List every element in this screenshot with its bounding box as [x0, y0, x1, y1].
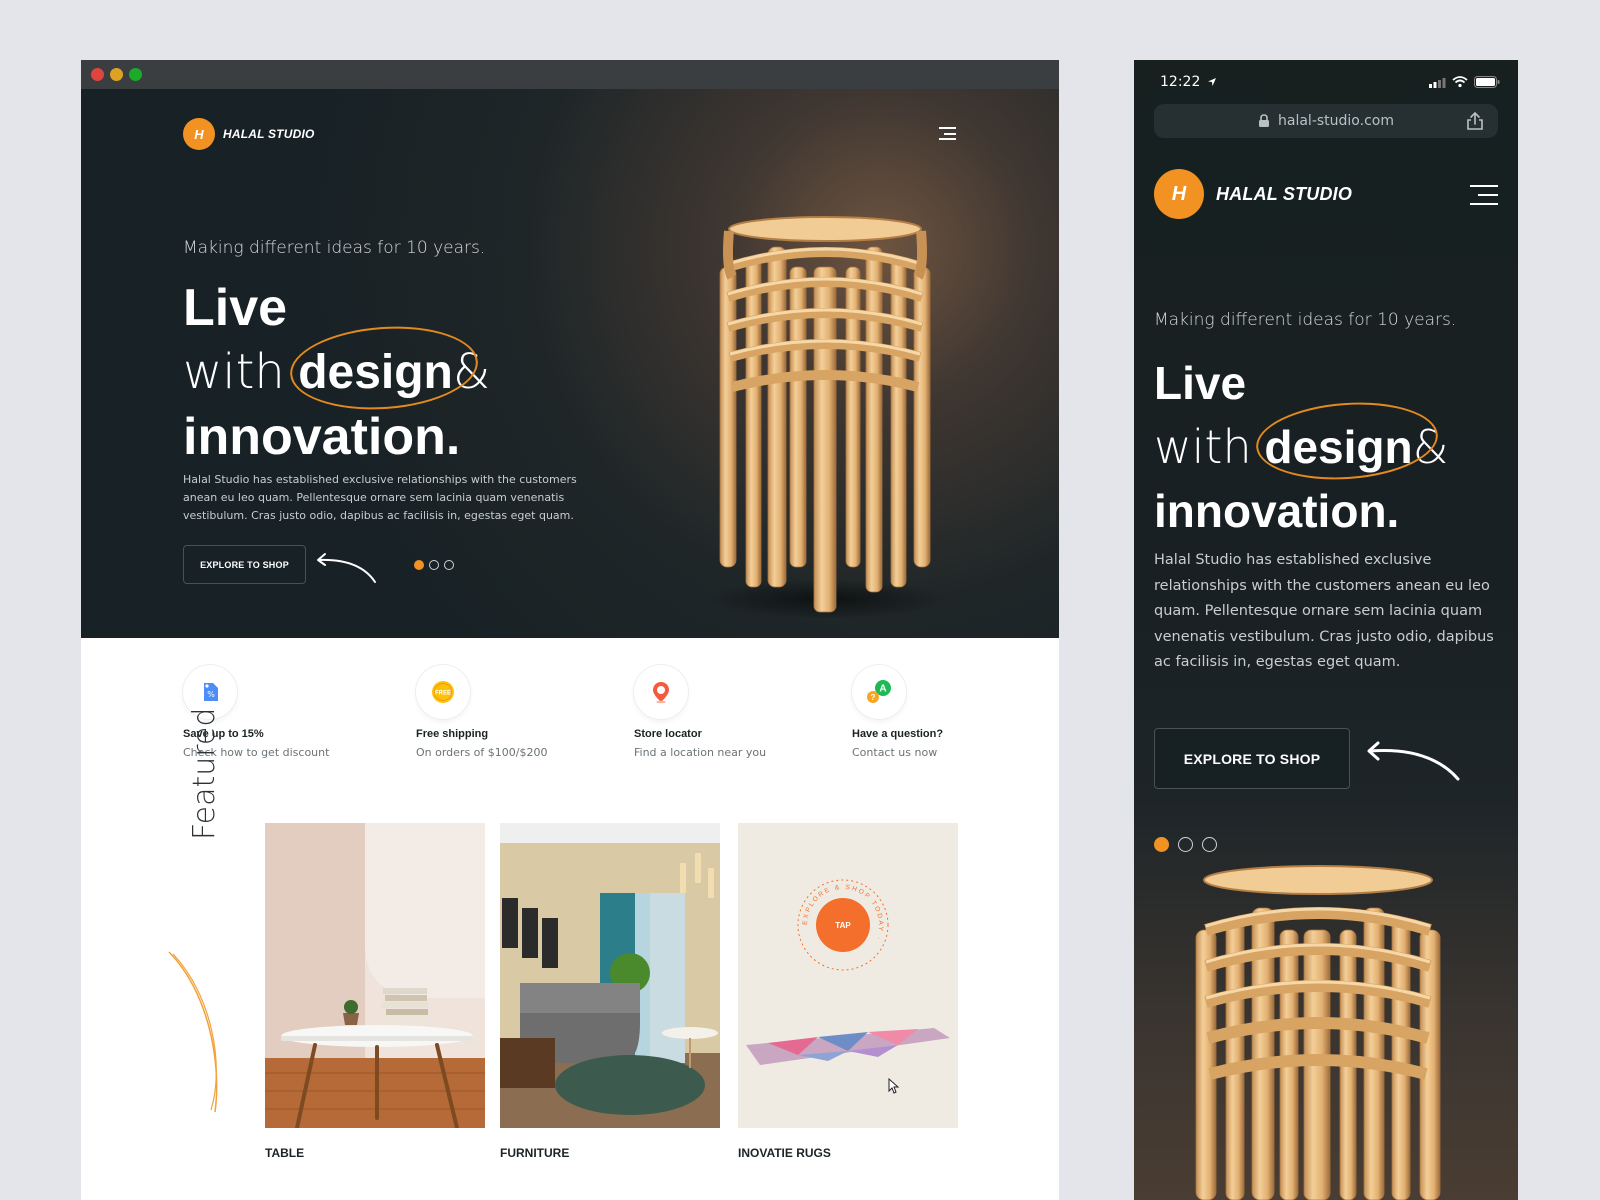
slider-pagination: [414, 560, 454, 570]
explore-shop-button[interactable]: EXPLORE TO SHOP: [183, 545, 306, 584]
card-label: TABLE: [265, 1146, 305, 1160]
headline-line-2: with design&: [183, 320, 490, 416]
free-badge-icon: FREE: [416, 665, 470, 719]
headline-with: with: [183, 344, 285, 400]
brand-logo[interactable]: H HALAL STUDIO: [183, 118, 315, 150]
headline-design: design: [287, 320, 481, 416]
svg-text:A: A: [879, 684, 886, 695]
browser-titlebar: [81, 60, 1059, 89]
headline-line-1: Live: [1154, 357, 1247, 409]
explore-shop-button[interactable]: EXPLORE TO SHOP: [1154, 728, 1350, 789]
close-window-button[interactable]: [91, 68, 104, 81]
card-label: INOVATIE RUGS: [738, 1146, 831, 1160]
headline-line-1: Live: [183, 279, 288, 337]
headline-line-3: innovation.: [183, 408, 461, 466]
decorative-curve: [168, 951, 218, 1113]
status-bar: 12:22: [1134, 60, 1518, 104]
signal-icon: [1429, 77, 1446, 88]
address-bar[interactable]: halal-studio.com: [1154, 104, 1498, 138]
feature-subtitle: Find a location near you: [634, 746, 767, 759]
slide-dot-1[interactable]: [1154, 837, 1169, 852]
feature-subtitle: On orders of $100/$200: [416, 746, 548, 759]
feature-subtitle: Contact us now: [852, 746, 938, 759]
logo-badge-icon: H: [1154, 169, 1204, 219]
mobile-device: 12:22 halal-studio.com H HALAL STUDIO Ma…: [1134, 60, 1518, 1200]
minimize-window-button[interactable]: [110, 68, 123, 81]
svg-text:?: ?: [871, 693, 876, 702]
featured-card-rugs[interactable]: EXPLORE & SHOP TODAY · TAP INOVATIE RUGS: [738, 823, 958, 1160]
slide-dot-2[interactable]: [429, 560, 439, 570]
svg-text:FREE: FREE: [435, 691, 451, 697]
mouse-cursor-icon: [888, 1078, 900, 1094]
curved-arrow-icon: [1367, 741, 1460, 781]
menu-hamburger-icon[interactable]: [939, 127, 956, 140]
status-time: 12:22: [1160, 74, 1201, 90]
chat-question-icon: A?: [852, 665, 906, 719]
feature-question[interactable]: A? Have a question? Contact us now: [852, 665, 1052, 759]
headline-design: design: [1253, 396, 1441, 486]
hero-tagline: Making different ideas for 10 years.: [1154, 310, 1457, 330]
hero-headline: Live with design& innovation.: [183, 276, 490, 469]
headline-with: with: [1154, 420, 1252, 474]
location-pin-icon: [634, 665, 688, 719]
location-arrow-icon: [1208, 78, 1216, 86]
lock-icon: [1259, 114, 1270, 127]
headline-line-2: with design&: [1154, 396, 1449, 486]
feature-title: Have a question?: [852, 728, 944, 740]
feature-shipping[interactable]: FREE Free shipping On orders of $100/$20…: [416, 665, 616, 759]
menu-hamburger-icon[interactable]: [1470, 185, 1498, 205]
slide-dot-3[interactable]: [1202, 837, 1217, 852]
hero-paragraph: Halal Studio has established exclusive r…: [1154, 552, 1494, 670]
featured-card-table[interactable]: TABLE: [265, 823, 485, 1160]
feature-title: Store locator: [634, 728, 702, 740]
share-icon[interactable]: [1466, 111, 1484, 131]
status-icons: [1429, 76, 1500, 88]
slide-dot-1[interactable]: [414, 560, 424, 570]
maximize-window-button[interactable]: [129, 68, 142, 81]
feature-title: Free shipping: [416, 728, 489, 740]
svg-text:%: %: [207, 690, 215, 699]
svg-text:TAP: TAP: [835, 921, 851, 930]
stacked-stools-image: [1195, 865, 1441, 1200]
battery-icon: [1474, 76, 1500, 88]
hero-section: H HALAL STUDIO Making different ideas fo…: [81, 89, 1059, 638]
slider-pagination: [1154, 837, 1217, 852]
stacked-stools-image: [706, 216, 946, 617]
logo-badge-icon: H: [183, 118, 215, 150]
hero-headline: Live with design& innovation.: [1154, 351, 1449, 543]
slide-dot-2[interactable]: [1178, 837, 1193, 852]
brand-logo[interactable]: H HALAL STUDIO: [1154, 169, 1352, 219]
featured-heading: Featured: [187, 707, 222, 840]
featured-card-furniture[interactable]: FURNITURE: [500, 823, 720, 1160]
card-label: FURNITURE: [500, 1146, 570, 1160]
hero-paragraph: Halal Studio has established exclusive r…: [183, 473, 577, 522]
brand-name: HALAL STUDIO: [1216, 183, 1353, 204]
headline-line-3: innovation.: [1154, 485, 1400, 537]
table-image: [265, 823, 485, 1128]
rugs-image: EXPLORE & SHOP TODAY · TAP: [738, 823, 958, 1128]
feature-store-locator[interactable]: Store locator Find a location near you: [634, 665, 834, 759]
hero-tagline: Making different ideas for 10 years.: [183, 238, 486, 258]
brand-name: HALAL STUDIO: [223, 127, 315, 141]
url-text: halal-studio.com: [1278, 113, 1394, 129]
wifi-icon: [1452, 76, 1468, 88]
curved-arrow-icon: [317, 553, 376, 583]
furniture-image: [500, 823, 720, 1128]
desktop-browser-window: H HALAL STUDIO Making different ideas fo…: [81, 60, 1059, 1200]
slide-dot-3[interactable]: [444, 560, 454, 570]
